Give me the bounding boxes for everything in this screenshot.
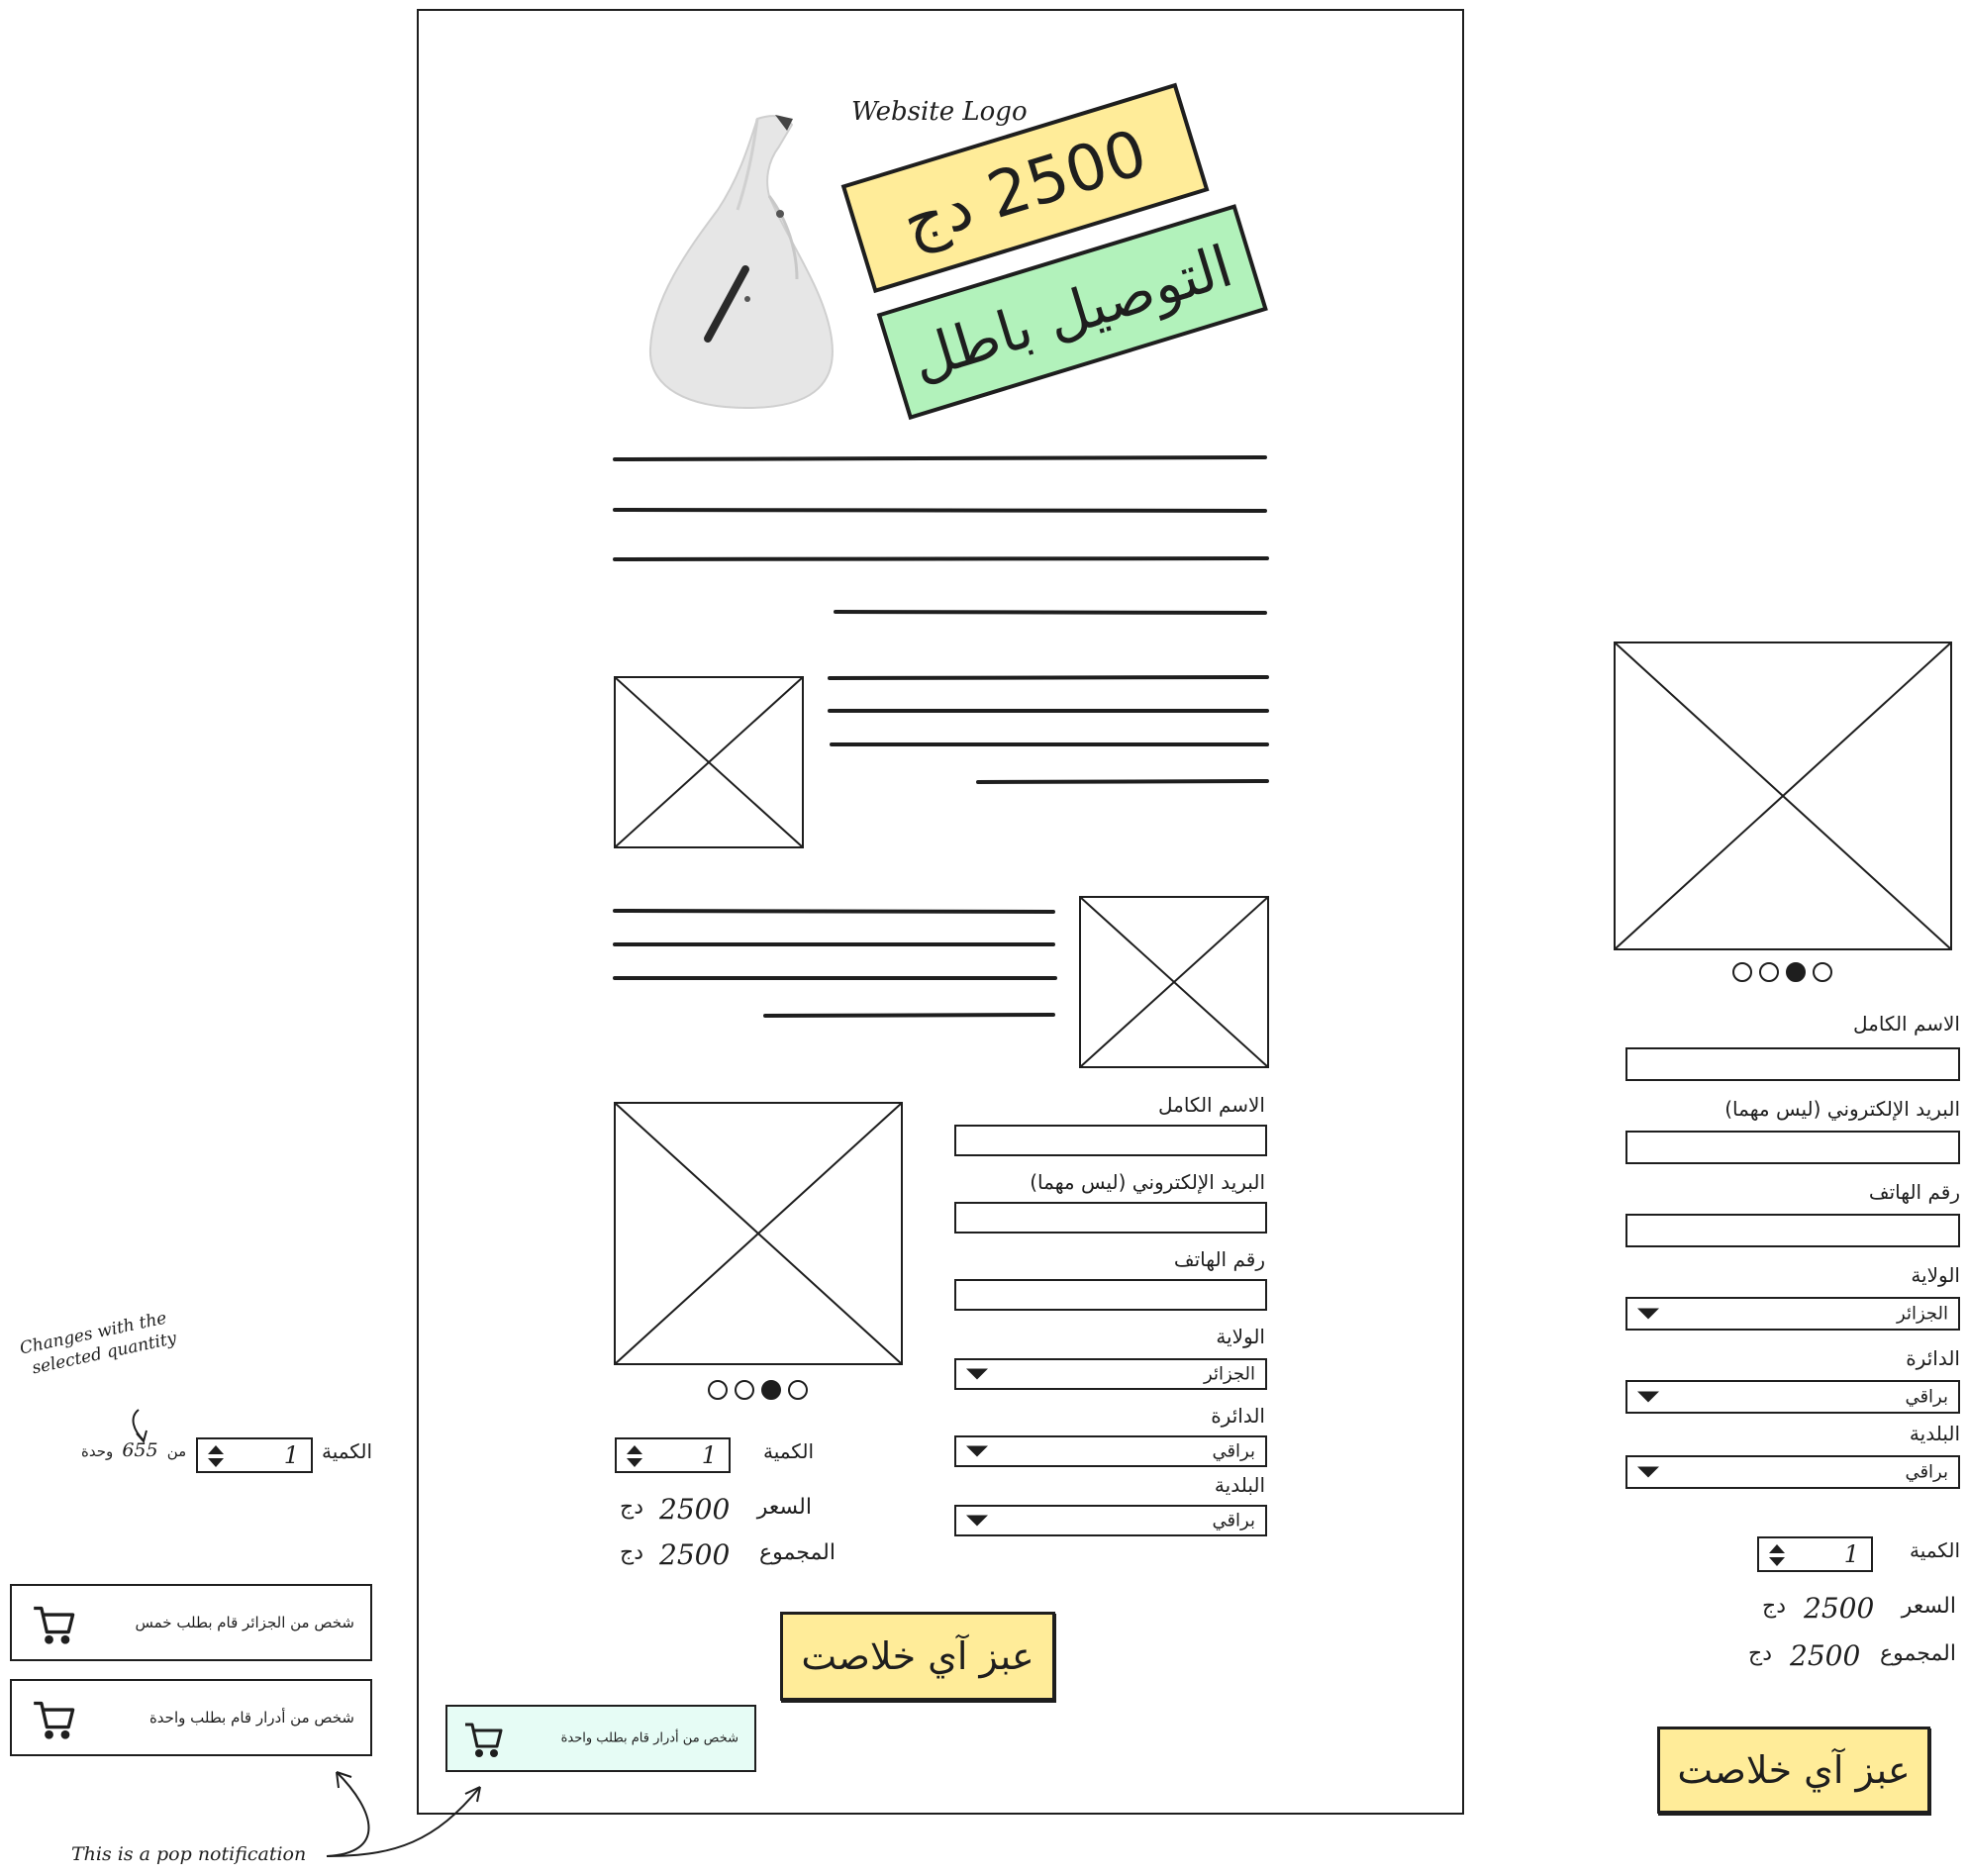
- full-name-input-mobile[interactable]: [1625, 1047, 1960, 1081]
- phone-label: رقم الهاتف: [1173, 1247, 1265, 1271]
- quantity-value: 1: [701, 1441, 717, 1469]
- total-row-mobile: دج 2500 المجموع: [1744, 1639, 1960, 1673]
- quantity-label-mobile: الكمية: [1909, 1538, 1960, 1562]
- chevron-down-icon: [966, 1368, 988, 1380]
- district-select-value: براقي: [1905, 1386, 1948, 1408]
- order-button-mobile[interactable]: عبز آي خلاصت: [1657, 1727, 1930, 1814]
- quantity-value: 1: [283, 1441, 299, 1469]
- order-button-desktop[interactable]: عبز آي خلاصت: [780, 1612, 1055, 1701]
- carousel-image-placeholder-mobile: [1614, 642, 1952, 950]
- municipality-label-mobile: البلدية: [1909, 1422, 1960, 1445]
- quantity-stepper-desktop[interactable]: 1: [615, 1437, 731, 1473]
- municipality-select-value: براقي: [1905, 1461, 1948, 1483]
- notification-example-1[interactable]: شخص من الجزائر قام بطلب خمس: [10, 1584, 372, 1661]
- stepper-arrows-icon[interactable]: [625, 1443, 644, 1469]
- price-row-desktop: دج 2500 السعر: [620, 1493, 917, 1527]
- phone-input-mobile[interactable]: [1625, 1214, 1960, 1247]
- website-logo: Website Logo: [851, 97, 1028, 127]
- cart-icon: [34, 1606, 75, 1644]
- municipality-select[interactable]: براقي: [954, 1505, 1267, 1536]
- text-placeholder-block-1: [613, 455, 1269, 615]
- phone-input[interactable]: [954, 1279, 1267, 1311]
- popup-annotation: This is a pop notification: [71, 1843, 307, 1865]
- stock-prefix: من: [166, 1442, 187, 1460]
- district-select-value: براقي: [1212, 1440, 1255, 1462]
- popup-notification[interactable]: شخص من أدرار قام بطلب واحدة: [445, 1705, 756, 1772]
- text-placeholder-block-2: [828, 675, 1269, 784]
- state-select[interactable]: الجزائر: [954, 1358, 1267, 1390]
- carousel-dots-desktop: [708, 1380, 808, 1400]
- stock-indicator: من 655 وحدة: [81, 1439, 186, 1467]
- currency: دج: [1762, 1594, 1786, 1619]
- quantity-value: 1: [1843, 1540, 1859, 1568]
- stock-count: 655: [122, 1439, 158, 1461]
- price-row-mobile: دج 2500 السعر: [1758, 1592, 1960, 1626]
- state-select-value: الجزائر: [1204, 1363, 1255, 1385]
- total-label: المجموع: [1880, 1641, 1956, 1666]
- order-button-label: عبز آي خلاصت: [1677, 1748, 1911, 1792]
- product-bag-image: [648, 115, 834, 410]
- state-label: الولاية: [1216, 1325, 1265, 1348]
- price-label: السعر: [756, 1495, 812, 1520]
- total-value: 2500: [659, 1538, 731, 1571]
- currency: دج: [620, 1540, 643, 1565]
- quantity-stepper-mobile[interactable]: 1: [1757, 1536, 1873, 1572]
- cart-icon: [465, 1723, 503, 1757]
- carousel-dots-mobile: [1732, 962, 1832, 982]
- municipality-label: البلدية: [1214, 1473, 1265, 1497]
- email-label-mobile: البريد الإلكتروني (ليس مهما): [1724, 1097, 1960, 1121]
- district-label: الدائرة: [1211, 1404, 1265, 1428]
- municipality-select-value: براقي: [1212, 1510, 1255, 1531]
- email-input[interactable]: [954, 1202, 1267, 1234]
- state-label-mobile: الولاية: [1911, 1263, 1960, 1287]
- total-value: 2500: [1790, 1639, 1861, 1672]
- chevron-down-icon: [1637, 1466, 1659, 1478]
- stepper-arrows-icon[interactable]: [1767, 1542, 1787, 1568]
- district-select[interactable]: براقي: [954, 1435, 1267, 1467]
- currency: دج: [620, 1495, 643, 1520]
- image-placeholder-2: [1079, 896, 1269, 1068]
- full-name-label: الاسم الكامل: [1157, 1093, 1265, 1117]
- notification-text: شخص من الجزائر قام بطلب خمس: [135, 1614, 354, 1631]
- order-button-label: عبز آي خلاصت: [801, 1634, 1034, 1678]
- price-value: 2500: [1804, 1592, 1875, 1625]
- total-label: المجموع: [759, 1540, 836, 1565]
- text-placeholder-block-3: [613, 909, 1057, 1018]
- phone-label-mobile: رقم الهاتف: [1868, 1180, 1960, 1204]
- chevron-down-icon: [1637, 1391, 1659, 1403]
- full-name-input[interactable]: [954, 1125, 1267, 1156]
- popup-notification-text: شخص من أدرار قام بطلب واحدة: [560, 1730, 738, 1746]
- image-placeholder-1: [614, 676, 804, 848]
- email-input-mobile[interactable]: [1625, 1131, 1960, 1164]
- chevron-down-icon: [1637, 1308, 1659, 1320]
- chevron-down-icon: [966, 1515, 988, 1527]
- annotation-arrow-popup-right: [326, 1786, 481, 1857]
- district-select-mobile[interactable]: براقي: [1625, 1380, 1960, 1414]
- quantity-stepper-annotated[interactable]: 1: [196, 1437, 313, 1473]
- state-select-mobile[interactable]: الجزائر: [1625, 1297, 1960, 1331]
- stepper-arrows-icon[interactable]: [206, 1443, 226, 1469]
- district-label-mobile: الدائرة: [1906, 1346, 1960, 1370]
- annotation-arrow-popup-left: [326, 1771, 370, 1857]
- notification-example-2[interactable]: شخص من أدرار قام بطلب واحدة: [10, 1679, 372, 1756]
- price-value: 2500: [659, 1493, 731, 1526]
- municipality-select-mobile[interactable]: براقي: [1625, 1455, 1960, 1489]
- chevron-down-icon: [966, 1445, 988, 1457]
- quantity-label: الكمية: [762, 1439, 814, 1463]
- currency: دج: [1748, 1641, 1772, 1666]
- stock-suffix: وحدة: [81, 1442, 114, 1460]
- carousel-image-placeholder-desktop: [614, 1102, 903, 1365]
- notification-text: شخص من أدرار قام بطلب واحدة: [148, 1709, 354, 1727]
- price-label: السعر: [1901, 1594, 1956, 1619]
- full-name-label-mobile: الاسم الكامل: [1852, 1012, 1960, 1036]
- state-select-value: الجزائر: [1897, 1303, 1948, 1325]
- email-label: البريد الإلكتروني (ليس مهما): [1030, 1170, 1265, 1194]
- cart-icon: [34, 1701, 75, 1739]
- quantity-label-annotated: الكمية: [321, 1439, 372, 1463]
- total-row-desktop: دج 2500 المجموع: [620, 1538, 917, 1572]
